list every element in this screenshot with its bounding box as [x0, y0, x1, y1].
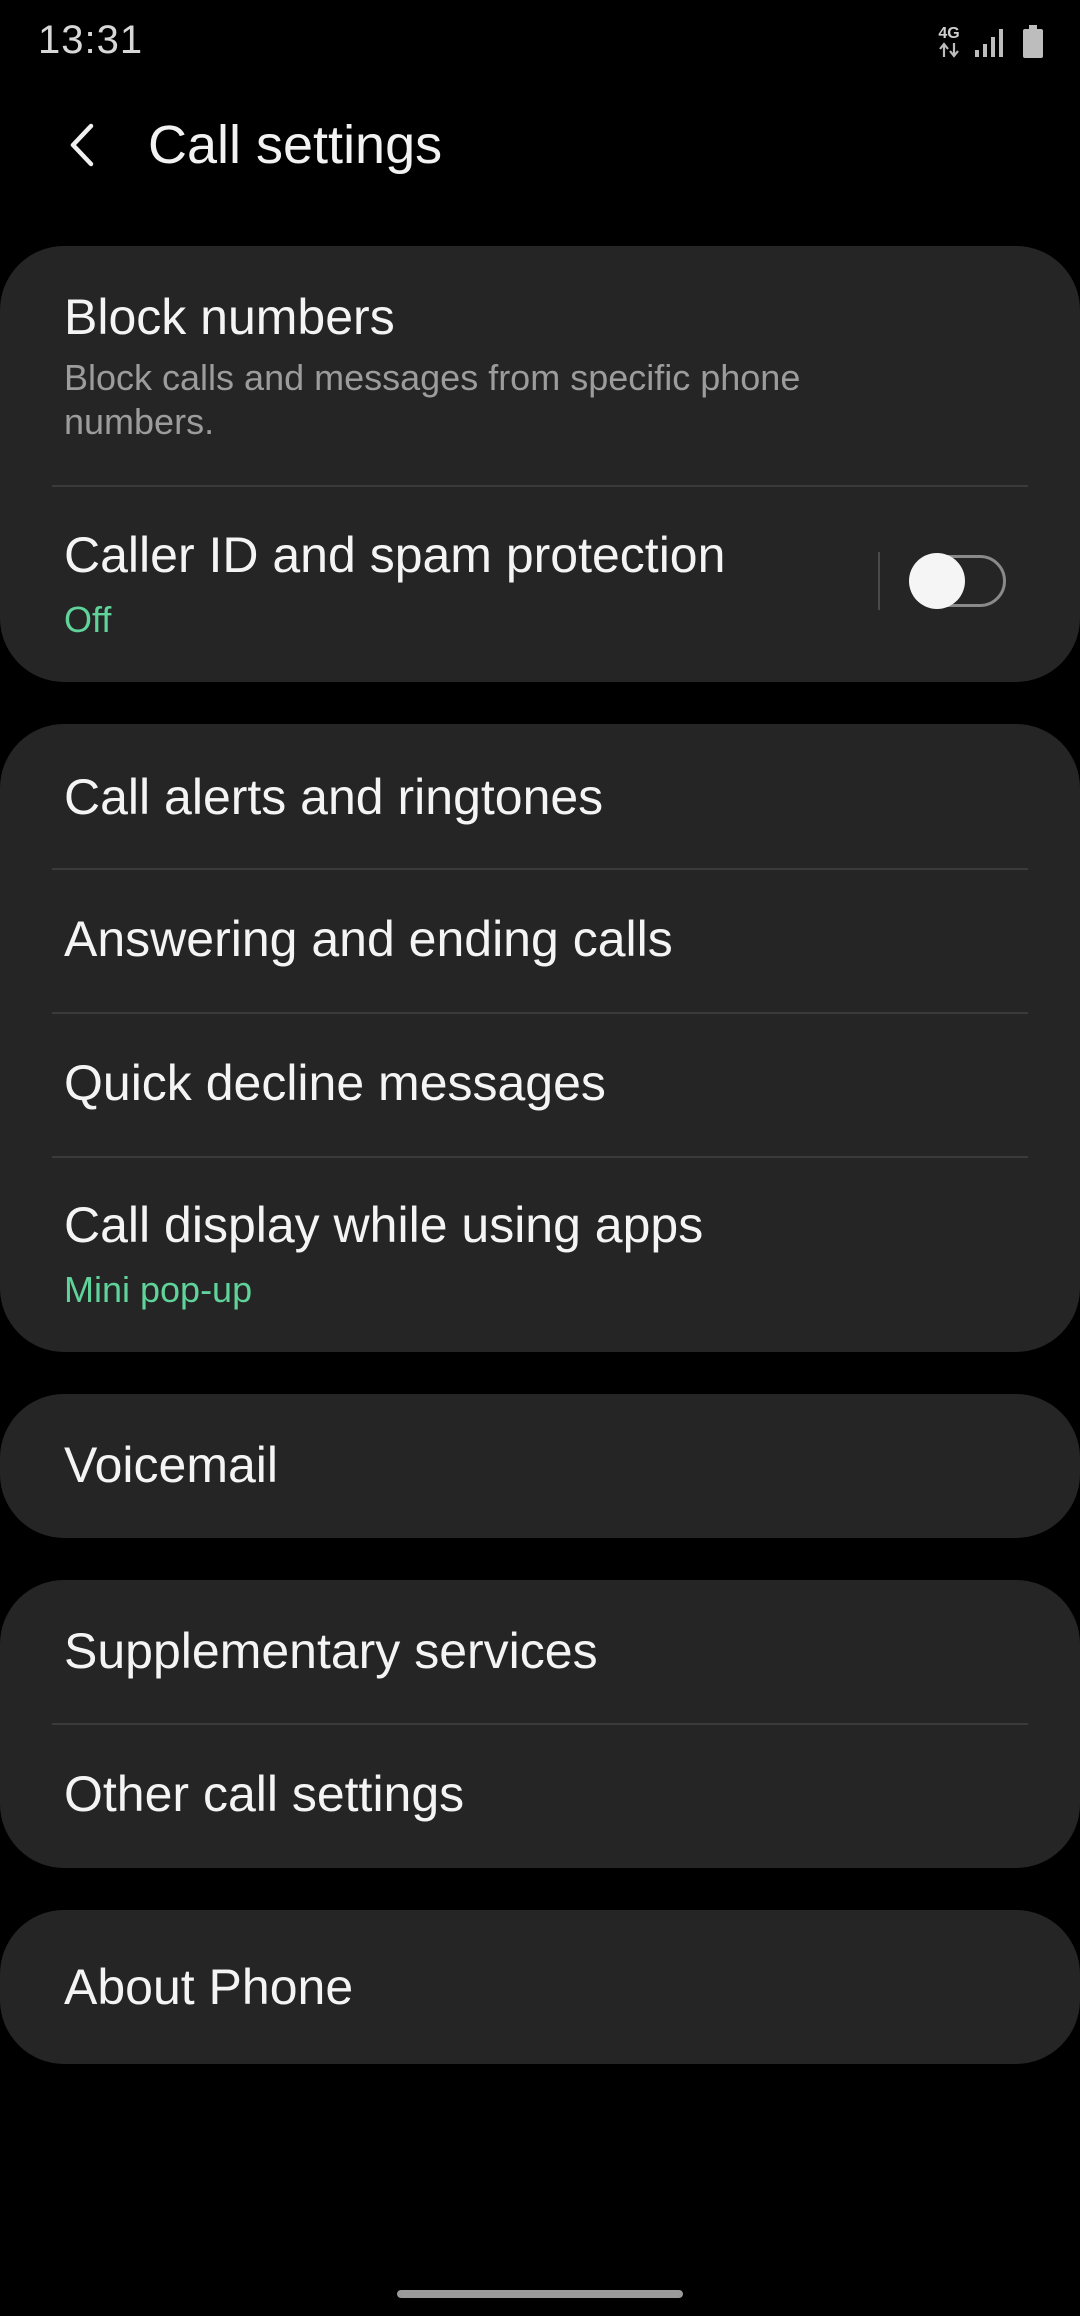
- page-title: Call settings: [148, 115, 443, 175]
- caller-id-toggle[interactable]: [909, 553, 1006, 609]
- setting-title: About Phone: [64, 1959, 354, 2015]
- setting-title: Voicemail: [64, 1437, 278, 1493]
- setting-status: Off: [64, 599, 112, 640]
- card-call-behavior: Call alerts and ringtones Answering and …: [0, 724, 1080, 1352]
- setting-title: Quick decline messages: [64, 1055, 606, 1111]
- setting-about-phone[interactable]: About Phone: [0, 1910, 1080, 2064]
- setting-call-alerts-ringtones[interactable]: Call alerts and ringtones: [0, 724, 1080, 868]
- card-blocking: Block numbers Block calls and messages f…: [0, 246, 1080, 682]
- back-button[interactable]: [50, 112, 116, 178]
- data-arrows-icon: [939, 42, 959, 58]
- setting-status: Mini pop-up: [64, 1269, 253, 1310]
- setting-title: Answering and ending calls: [64, 911, 673, 967]
- card-additional: Supplementary services Other call settin…: [0, 1580, 1080, 1868]
- network-type-label: 4G: [938, 25, 960, 42]
- chevron-left-icon: [70, 123, 94, 167]
- setting-title: Call display while using apps: [64, 1197, 704, 1253]
- setting-title: Other call settings: [64, 1766, 465, 1822]
- status-icons: 4G: [938, 22, 1044, 62]
- setting-other-call-settings[interactable]: Other call settings: [0, 1725, 1080, 1868]
- setting-call-display-apps[interactable]: Call display while using apps Mini pop-u…: [0, 1158, 1080, 1352]
- setting-caller-id-spam[interactable]: Caller ID and spam protection Off: [0, 488, 1080, 682]
- toggle-knob: [909, 553, 965, 609]
- card-voicemail: Voicemail: [0, 1394, 1080, 1538]
- status-time: 13:31: [38, 18, 144, 62]
- setting-title: Block numbers: [64, 289, 395, 345]
- battery-icon: [1023, 25, 1043, 58]
- setting-title: Caller ID and spam protection: [64, 527, 726, 583]
- setting-quick-decline-messages[interactable]: Quick decline messages: [0, 1014, 1080, 1156]
- setting-block-numbers[interactable]: Block numbers Block calls and messages f…: [0, 246, 1080, 486]
- setting-supplementary-services[interactable]: Supplementary services: [0, 1580, 1080, 1724]
- setting-answering-ending-calls[interactable]: Answering and ending calls: [0, 870, 1080, 1012]
- setting-subtitle: Block calls and messages from specific p…: [64, 357, 801, 442]
- setting-title: Supplementary services: [64, 1623, 598, 1679]
- home-indicator[interactable]: [397, 2290, 683, 2298]
- setting-voicemail[interactable]: Voicemail: [0, 1394, 1080, 1538]
- setting-title: Call alerts and ringtones: [64, 769, 604, 825]
- toggle-separator: [878, 552, 880, 610]
- divider: [52, 485, 1028, 487]
- signal-icon: [975, 29, 1003, 57]
- network-indicator: 4G: [938, 26, 960, 58]
- card-about: About Phone: [0, 1910, 1080, 2064]
- app-header: Call settings: [0, 100, 1080, 190]
- status-bar: 13:31 4G: [0, 0, 1080, 84]
